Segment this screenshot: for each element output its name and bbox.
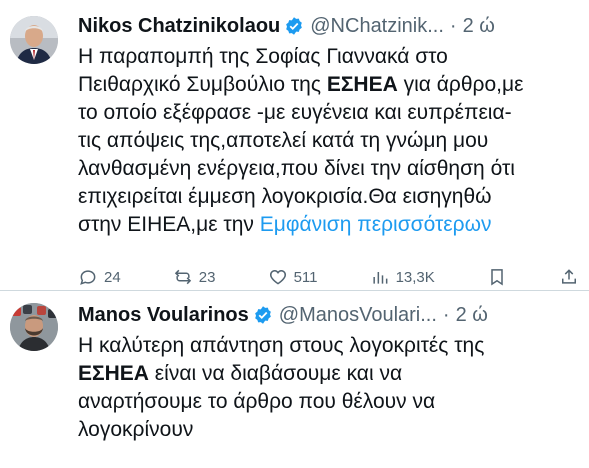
share-icon (561, 269, 576, 284)
tweet-text-line: λογοκρίνουν (78, 416, 581, 444)
text-segment: είναι να διαβάσουμε και να (148, 362, 403, 385)
separator-dot: · (449, 14, 457, 37)
tweet-text-line: αναρτήσουμε το άρθρο που θέλουν να (78, 388, 581, 416)
avatar[interactable] (10, 303, 58, 351)
tweet-header: Nikos Chatzinikolaou @NChatzinik... · 2 … (78, 13, 579, 39)
views-icon (372, 272, 387, 284)
text-segment: Η καλύτερη απάντηση στους λογοκριτές της (78, 334, 485, 357)
author-name[interactable]: Nikos Chatzinikolaou (78, 15, 280, 38)
like-icon (269, 269, 286, 285)
tweet-text-line: το οποίο εξέφρασε -με ευγένεια και ευπρέ… (78, 99, 581, 127)
tweet-header: Manos Voularinos @ManosVoulari... · 2 ώ (78, 302, 579, 328)
text-segment: επιχειρείται έμμεση λογοκρισία.Θα εισηγη… (78, 185, 492, 208)
action-count: 24 (104, 268, 121, 286)
tweet-text: Η καλύτερη απάντηση στους λογοκριτές της… (78, 332, 581, 468)
bold-text: ΕΣΗΕΑ (326, 73, 398, 96)
bookmark-button[interactable] (487, 267, 507, 287)
tweet-actions: 24 23 511 13,3K (78, 263, 579, 287)
action-count: 13,3K (395, 268, 435, 286)
tweet-text-line: λανθασμένη ενέργεια,που δίνει την αίσθησ… (78, 155, 581, 183)
separator-dot: · (442, 303, 450, 326)
action-count: 511 (293, 268, 318, 286)
retweet-icon (174, 269, 191, 285)
tweet-text-line: ΕΣΗΕΑ είναι να διαβάσουμε και να (78, 360, 581, 388)
text-segment: για άρθρο,με (397, 73, 524, 96)
avatar-image (10, 16, 58, 64)
tweet-time[interactable]: 2 ώ (456, 304, 488, 327)
text-segment: Η παραπομπή της Σοφίας Γιαννακά στο (78, 45, 448, 68)
text-segment: λανθασμένη ενέργεια,που δίνει την αίσθησ… (78, 157, 515, 180)
text-segment: αναρτήσουμε το άρθρο που θέλουν να (78, 390, 436, 413)
like-button[interactable]: 511 (268, 267, 318, 287)
tweet-text-line: Η παραπομπή της Σοφίας Γιαννακά στο (78, 43, 581, 71)
tweet-text-line: επιχειρείται έμμεση λογοκρισία.Θα εισηγη… (78, 183, 581, 211)
tweet-text-line: τις απόψεις της,αποτελεί κατά τη γνώμη μ… (78, 127, 581, 155)
text-segment: στην ΕΙΗΕΑ,με την (78, 213, 260, 236)
author-name[interactable]: Manos Voularinos (78, 304, 249, 327)
text-segment: τις απόψεις της,αποτελεί κατά τη γνώμη μ… (78, 129, 489, 152)
tweet-text-line: Η καλύτερη απάντηση στους λογοκριτές της (78, 332, 581, 360)
text-segment: το οποίο εξέφρασε -με ευγένεια και ευπρέ… (78, 101, 512, 124)
action-count: 23 (198, 268, 216, 286)
tweet-text-line: στην ΕΙΗΕΑ,με την Εμφάνιση περισσότερων (78, 211, 581, 239)
reply-button[interactable]: 24 (78, 267, 121, 287)
verified-badge-icon (254, 306, 271, 324)
bold-text: ΕΣΗΕΑ (78, 362, 149, 385)
tweet[interactable]: Manos Voularinos @ManosVoulari... · 2 ώ … (0, 291, 589, 468)
verified-badge-icon (286, 17, 303, 35)
share-button[interactable] (559, 267, 579, 287)
retweet-button[interactable]: 23 (173, 267, 216, 287)
tweet[interactable]: Nikos Chatzinikolaou @NChatzinik... · 2 … (0, 0, 589, 290)
text-segment: Πειθαρχικό Συμβούλιο της (78, 73, 327, 96)
text-segment: λογοκρίνουν (78, 418, 194, 441)
reply-icon (80, 270, 96, 285)
tweet-text: Η παραπομπή της Σοφίας Γιαννακά στο Πειθα… (78, 43, 581, 239)
tweet-text-line: Πειθαρχικό Συμβούλιο της ΕΣΗΕΑ για άρθρο… (78, 71, 581, 99)
bookmark-icon (491, 269, 503, 286)
avatar-image (10, 303, 58, 351)
views-button[interactable]: 13,3K (370, 267, 435, 287)
author-handle[interactable]: @NChatzinik... (310, 15, 444, 38)
tweet-time[interactable]: 2 ώ (463, 15, 495, 38)
author-handle[interactable]: @ManosVoulari... (279, 304, 437, 327)
avatar[interactable] (10, 16, 58, 64)
show-more-link[interactable]: Εμφάνιση περισσότερων (260, 213, 492, 236)
